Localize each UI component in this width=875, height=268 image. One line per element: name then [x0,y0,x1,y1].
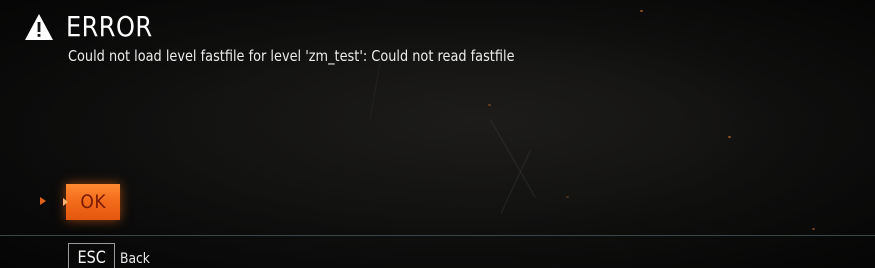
selection-arrow-icon [40,197,46,205]
ember-particle [728,136,731,138]
ember-particle [640,10,643,12]
back-label: Back [120,251,151,267]
warning-icon [25,14,53,40]
ok-row: OK [40,184,120,220]
error-message: Could not load level fastfile for level … [68,47,515,65]
ember-particle [566,196,569,198]
debris-streak [369,60,381,120]
ember-particle [812,228,815,230]
error-title: ERROR [66,10,153,43]
error-header: ERROR [24,11,167,43]
esc-key-label: ESC [77,248,106,268]
esc-key-prompt[interactable]: ESC [68,243,116,268]
ok-button[interactable]: OK [63,184,120,220]
footer-divider [0,235,875,236]
ok-button-label: OK [80,191,106,213]
footer-prompts: ESC Back [68,243,154,268]
ember-particle [488,104,491,106]
